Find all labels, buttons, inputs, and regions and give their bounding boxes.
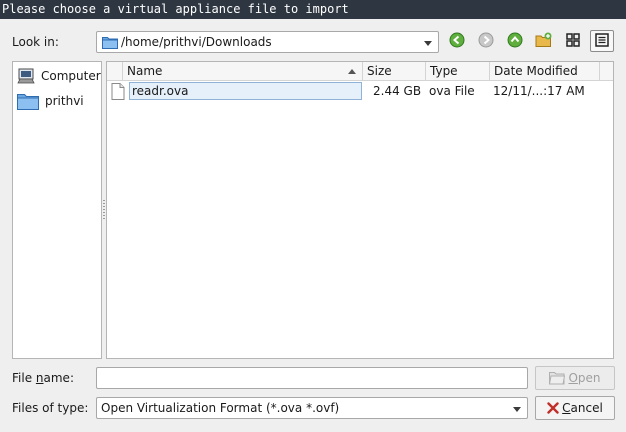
- back-button[interactable]: [445, 30, 469, 52]
- column-header-name[interactable]: Name: [123, 62, 363, 81]
- file-list[interactable]: Name Size Type Date Modified readr.ova 2…: [106, 61, 614, 359]
- file-size-cell: 2.44 GB: [373, 84, 422, 98]
- file-type-label: Files of type:: [12, 401, 89, 415]
- file-icon: [111, 83, 125, 103]
- detail-view-icon: [595, 32, 609, 50]
- sidebar-item-label: Computer: [41, 69, 101, 83]
- column-header-size[interactable]: Size: [363, 62, 426, 81]
- file-type-cell: ova File: [429, 84, 475, 98]
- column-header-label: Name: [127, 64, 163, 78]
- mnemonic-letter: n: [35, 371, 44, 385]
- column-header-date[interactable]: Date Modified: [490, 62, 600, 81]
- up-arrow-icon: [507, 32, 523, 51]
- places-sidebar: Computer prithvi: [12, 61, 102, 359]
- column-header-type[interactable]: Type: [426, 62, 490, 81]
- splitter-handle[interactable]: [103, 200, 105, 220]
- close-icon: [547, 402, 559, 414]
- column-header-spacer: [107, 62, 123, 81]
- label-part: ame:: [43, 371, 74, 385]
- list-view-icon: [566, 32, 580, 50]
- window-title: Please choose a virtual appliance file t…: [0, 0, 626, 19]
- sidebar-item-label: prithvi: [45, 94, 84, 108]
- file-type-combobox[interactable]: Open Virtualization Format (*.ova *.ovf): [96, 397, 528, 419]
- chevron-down-icon: [513, 407, 521, 412]
- file-name-cell[interactable]: readr.ova: [129, 82, 362, 100]
- cancel-button[interactable]: Cancel: [535, 396, 615, 420]
- mnemonic-letter: C: [562, 401, 571, 415]
- file-type-value: Open Virtualization Format (*.ova *.ovf): [101, 401, 340, 415]
- detail-view-button[interactable]: [590, 30, 614, 52]
- sort-ascending-icon: [348, 69, 356, 74]
- open-button[interactable]: Open: [535, 366, 615, 390]
- file-date-cell: 12/11/...:17 AM: [493, 84, 585, 98]
- sidebar-item-prithvi[interactable]: prithvi: [13, 88, 101, 114]
- new-folder-icon: [535, 32, 553, 51]
- label-part: File: [12, 371, 36, 385]
- folder-icon: [17, 92, 39, 110]
- look-in-label: Look in:: [12, 35, 59, 49]
- forward-arrow-icon: [478, 32, 494, 51]
- open-folder-icon: [549, 371, 566, 385]
- look-in-path: /home/prithvi/Downloads: [121, 35, 272, 49]
- look-in-combobox[interactable]: /home/prithvi/Downloads: [96, 31, 439, 53]
- button-label: ancel: [570, 401, 603, 415]
- computer-icon: [17, 68, 35, 84]
- mnemonic-letter: O: [568, 371, 578, 385]
- column-header-filler: [600, 62, 613, 81]
- forward-button[interactable]: [474, 30, 498, 52]
- up-folder-button[interactable]: [503, 30, 527, 52]
- back-arrow-icon: [449, 32, 465, 51]
- file-name-label: File name:: [12, 371, 74, 385]
- new-folder-button[interactable]: [532, 30, 556, 52]
- folder-icon: [102, 35, 118, 52]
- file-name-input[interactable]: [96, 367, 528, 389]
- chevron-down-icon: [424, 41, 432, 46]
- table-row[interactable]: readr.ova 2.44 GB ova File 12/11/...:17 …: [107, 81, 613, 101]
- list-view-button[interactable]: [561, 30, 585, 52]
- button-label: pen: [577, 371, 601, 385]
- sidebar-item-computer[interactable]: Computer: [13, 63, 101, 89]
